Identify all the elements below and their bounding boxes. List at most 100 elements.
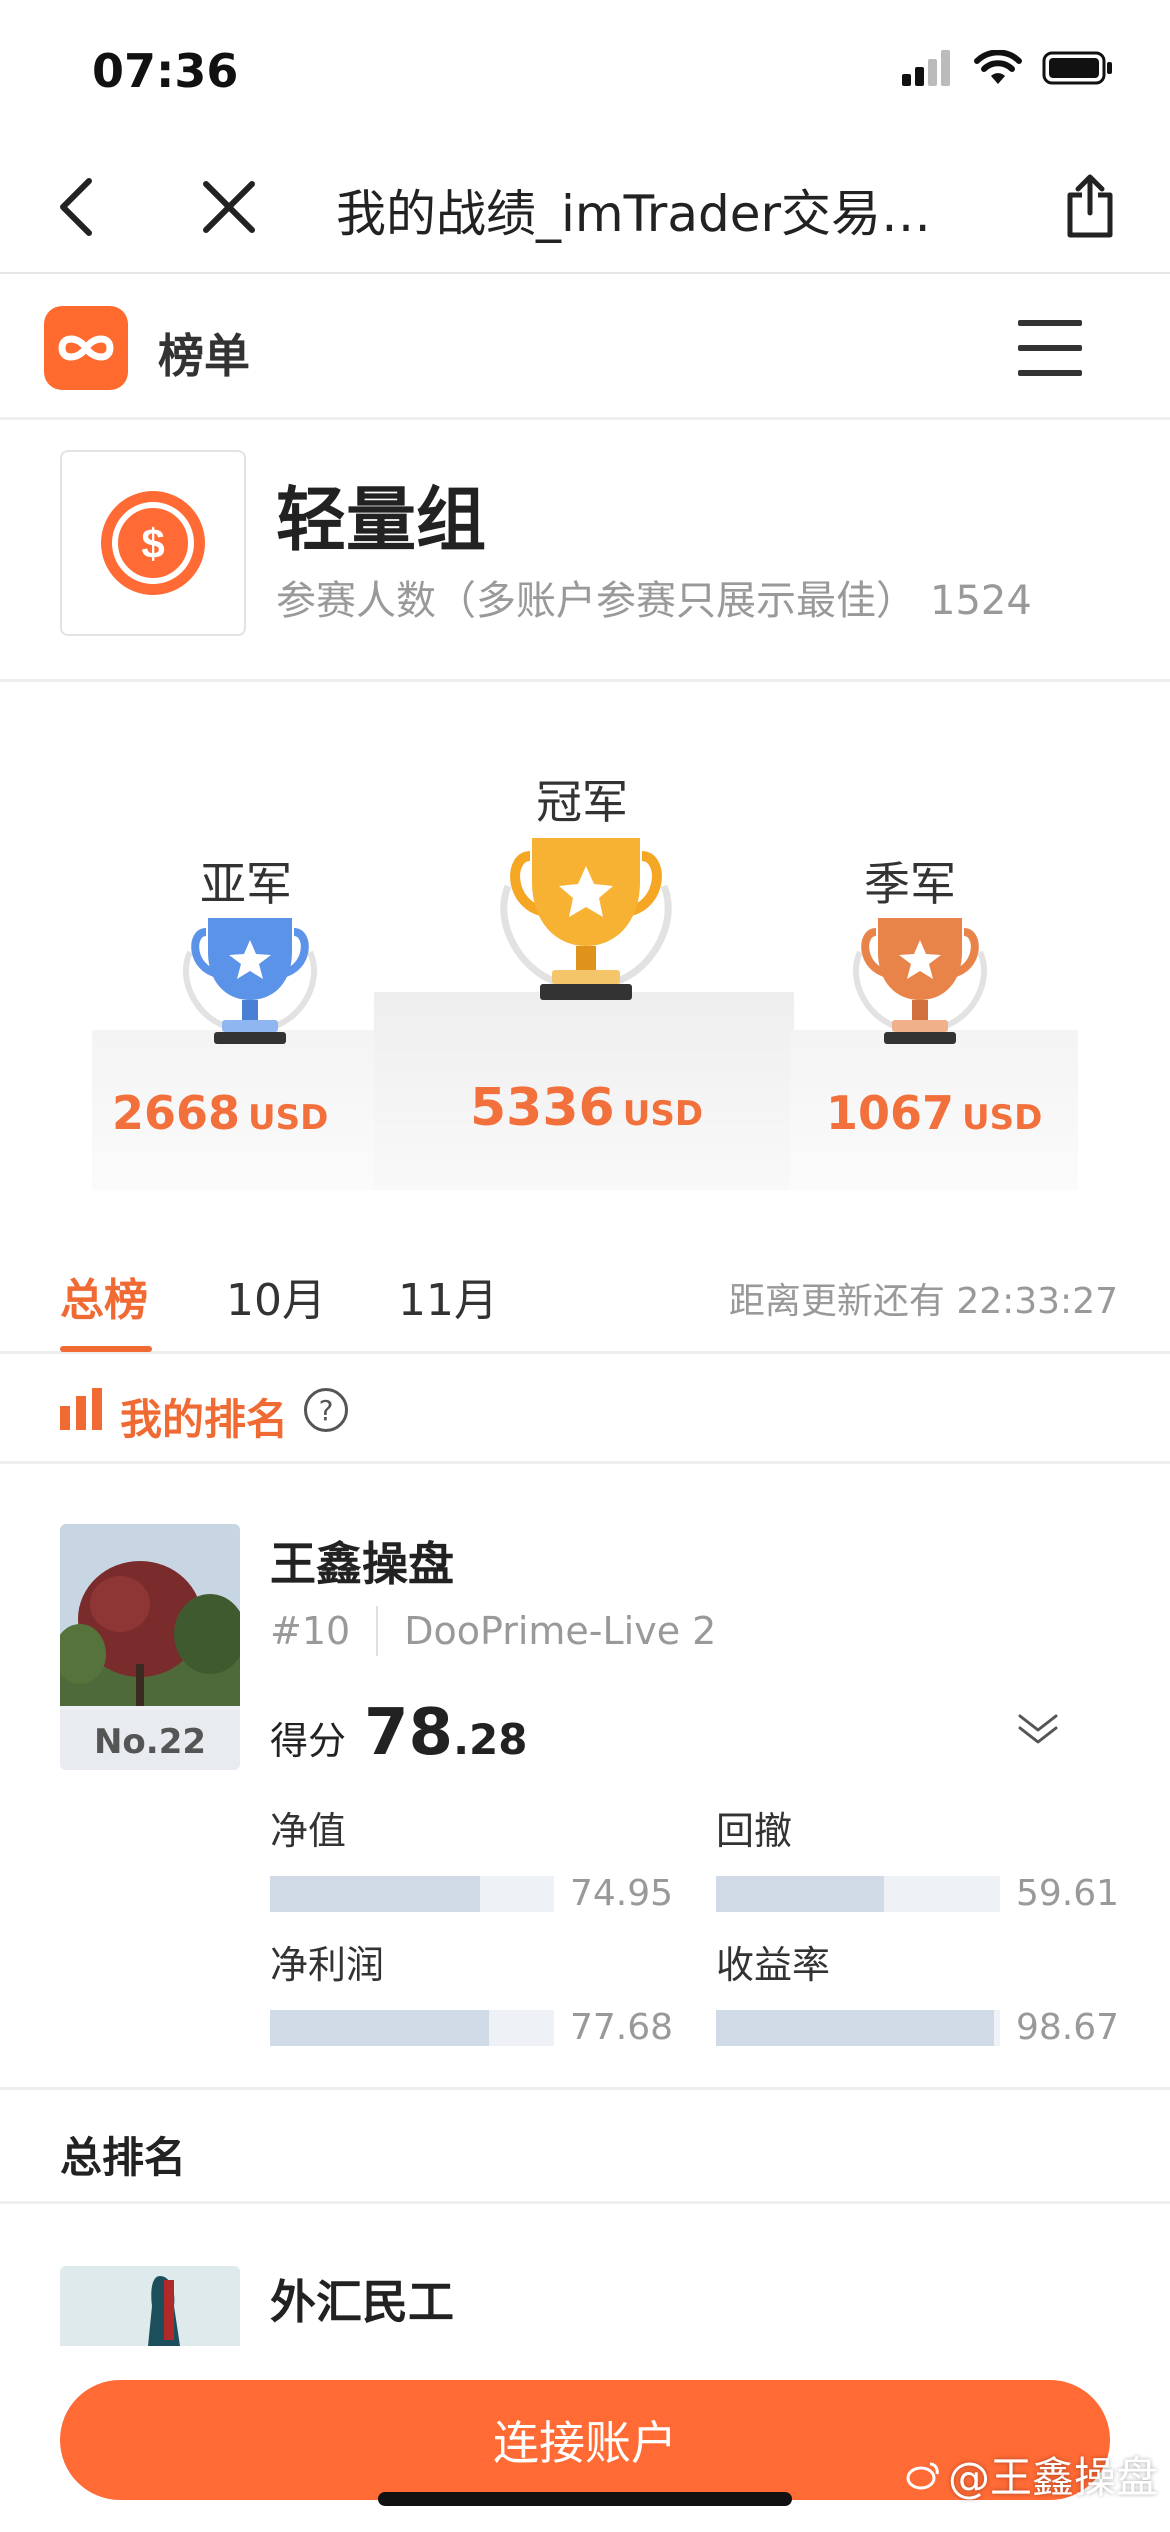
status-bar: 07:36 xyxy=(0,0,1170,140)
signal-icon xyxy=(902,50,950,86)
third-place-amount: 1067 USD xyxy=(826,1086,1042,1140)
tab-october[interactable]: 10月 xyxy=(226,1264,326,1328)
tab-overall[interactable]: 总榜 xyxy=(60,1264,148,1328)
server-name: DooPrime-Live 2 xyxy=(404,1609,717,1653)
group-card: $ 轻量组 参赛人数（多账户参赛只展示最佳） 1524 xyxy=(0,420,1170,682)
total-ranking-header: 总排名 xyxy=(0,2092,1170,2204)
metric-row: 74.95 xyxy=(270,1873,690,1914)
list-item-name: 外汇民工 xyxy=(270,2275,454,2329)
account-number: #10 xyxy=(270,1609,351,1653)
close-button[interactable] xyxy=(192,170,266,244)
avatar-photo xyxy=(60,2266,240,2346)
wifi-icon xyxy=(974,50,1022,84)
dollar-coin-icon: $ xyxy=(101,491,205,595)
avatar[interactable]: No.22 xyxy=(60,1524,240,1770)
score-integer: 78 xyxy=(364,1696,454,1770)
metric-value: 98.67 xyxy=(1016,2007,1120,2048)
menu-icon-line xyxy=(1018,320,1082,326)
score-label: 得分 xyxy=(270,1719,347,1763)
ranking-tabs: 总榜 10月 11月 距离更新还有 22:33:27 xyxy=(0,1220,1170,1354)
avatar-photo xyxy=(60,1524,240,1706)
metric-value: 74.95 xyxy=(570,1873,674,1914)
menu-icon-line xyxy=(1018,370,1082,376)
browser-navbar: 我的战绩_imTrader交易… xyxy=(0,140,1170,274)
second-place-amount: 2668 USD xyxy=(112,1086,328,1140)
metric-bar xyxy=(716,2009,1000,2046)
metric-net-profit: 净利润 77.68 xyxy=(270,1934,690,2048)
page-title: 我的战绩_imTrader交易… xyxy=(336,185,932,243)
metric-row: 77.68 xyxy=(270,2007,690,2048)
participants-label: 参赛人数（多账户参赛只展示最佳） xyxy=(276,578,916,624)
status-time: 07:36 xyxy=(92,44,239,98)
metric-bar xyxy=(716,1875,1000,1912)
home-indicator xyxy=(378,2492,792,2506)
second-amount-value: 2668 xyxy=(112,1086,241,1140)
first-amount-value: 5336 xyxy=(470,1078,615,1138)
back-button[interactable] xyxy=(40,170,114,244)
active-tab-indicator xyxy=(60,1346,152,1352)
third-amount-unit: USD xyxy=(962,1098,1043,1138)
trader-name: 王鑫操盘 xyxy=(270,1537,454,1591)
gold-trophy-icon xyxy=(500,838,672,1000)
avatar xyxy=(60,2266,240,2346)
list-item[interactable]: 外汇民工 xyxy=(0,2206,1170,2346)
second-place-label: 亚军 xyxy=(200,857,292,911)
metric-label: 收益率 xyxy=(716,1943,831,1987)
watermark-text: @王鑫操盘 xyxy=(947,2453,1158,2502)
my-rank-header: 我的排名 ? xyxy=(0,1354,1170,1464)
bronze-trophy-icon xyxy=(852,918,988,1044)
update-countdown: 距离更新还有 22:33:27 xyxy=(729,1272,1118,1324)
third-amount-value: 1067 xyxy=(826,1086,955,1140)
metric-return-rate: 收益率 98.67 xyxy=(716,1934,1136,2048)
trader-meta: #10 DooPrime-Live 2 xyxy=(270,1606,716,1656)
metric-bar-fill xyxy=(270,1875,481,1912)
share-button[interactable] xyxy=(1052,168,1128,244)
metric-row: 59.61 xyxy=(716,1873,1136,1914)
score-decimal: .28 xyxy=(453,1715,528,1764)
metric-row: 98.67 xyxy=(716,2007,1136,2048)
countdown-label: 距离更新还有 xyxy=(728,1281,945,1322)
status-icons xyxy=(902,50,1114,86)
rank-badge: No.22 xyxy=(60,1710,240,1770)
battery-icon xyxy=(1042,51,1112,85)
menu-icon-line xyxy=(1018,345,1082,351)
metric-value: 59.61 xyxy=(1016,1873,1120,1914)
chevron-left-icon xyxy=(60,178,92,236)
metric-bar-fill xyxy=(716,1875,884,1912)
metric-bar-fill xyxy=(270,2009,489,2046)
help-icon[interactable]: ? xyxy=(304,1388,348,1432)
metric-equity: 净值 74.95 xyxy=(270,1800,690,1914)
watermark: @王鑫操盘 xyxy=(906,2444,1158,2505)
total-ranking-title: 总排名 xyxy=(60,2133,187,2182)
group-icon-box: $ xyxy=(60,450,246,636)
metric-label: 净值 xyxy=(270,1809,347,1853)
svg-text:$: $ xyxy=(141,520,164,567)
logo-icon xyxy=(58,335,114,361)
menu-button[interactable] xyxy=(1018,320,1082,376)
site-header: 榜单 xyxy=(0,276,1170,420)
group-subtitle: 参赛人数（多账户参赛只展示最佳） 1524 xyxy=(276,568,1032,626)
group-title: 轻量组 xyxy=(276,479,486,561)
metric-label: 回撤 xyxy=(716,1809,793,1853)
close-icon xyxy=(203,181,255,233)
share-icon xyxy=(1067,174,1113,238)
metric-bar-fill xyxy=(716,2009,995,2046)
weibo-logo-icon xyxy=(906,2462,939,2489)
first-place-label: 冠军 xyxy=(536,775,628,829)
meta-divider xyxy=(376,1606,379,1656)
chevron-double-down-icon[interactable] xyxy=(1016,1710,1060,1746)
tab-november[interactable]: 11月 xyxy=(398,1264,498,1328)
site-logo[interactable] xyxy=(44,306,128,390)
my-rank-title: 我的排名 xyxy=(120,1395,289,1444)
my-rank-card: No.22 王鑫操盘 #10 DooPrime-Live 2 得分 78 .28… xyxy=(0,1466,1170,2090)
metric-value: 77.68 xyxy=(570,2007,674,2048)
bar-chart-icon xyxy=(60,1388,102,1430)
metric-drawdown: 回撤 59.61 xyxy=(716,1800,1136,1914)
silver-trophy-icon xyxy=(182,918,318,1044)
second-amount-unit: USD xyxy=(248,1098,329,1138)
participants-count: 1524 xyxy=(930,578,1032,624)
podium: 亚军 冠军 季军 2668 USD 5336 USD 1067 USD xyxy=(0,690,1170,1190)
third-place-label: 季军 xyxy=(864,857,956,911)
first-place-amount: 5336 USD xyxy=(470,1078,703,1138)
score-row: 得分 78 .28 xyxy=(270,1696,527,1770)
